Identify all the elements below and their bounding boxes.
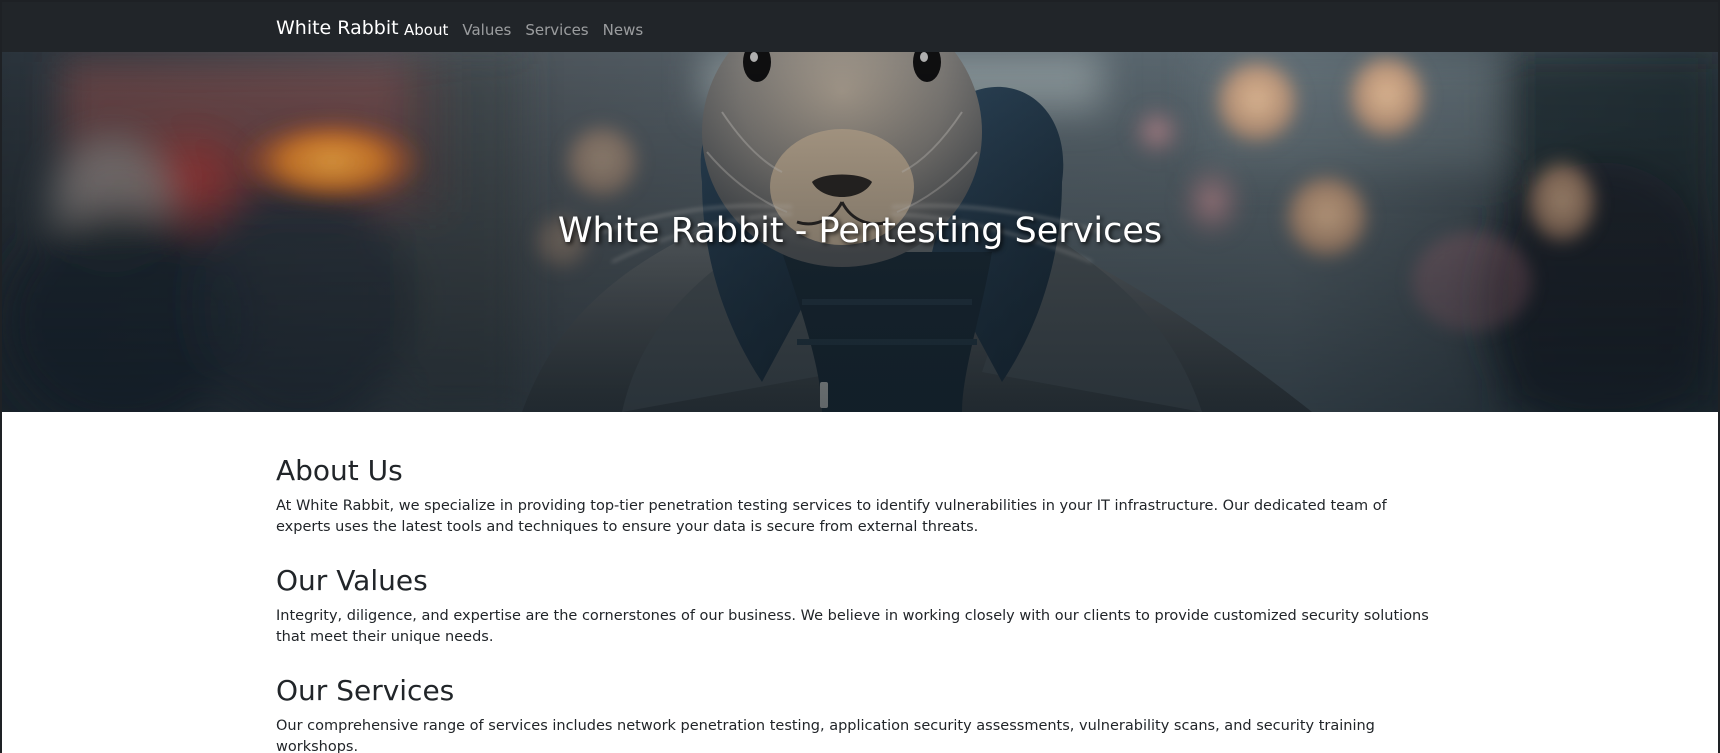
browser-viewport: White Rabbit About Values Services News: [0, 0, 1720, 753]
nav-link-news[interactable]: News: [603, 21, 644, 39]
nav-item-about: About: [404, 20, 462, 39]
nav-link-about[interactable]: About: [404, 21, 448, 39]
hero-banner: White Rabbit - Pentesting Services: [2, 52, 1718, 412]
services-heading: Our Services: [276, 674, 455, 707]
nav-item-values: Values: [462, 20, 525, 39]
nav-links: About Values Services News: [404, 20, 657, 39]
top-navbar: White Rabbit About Values Services News: [2, 2, 1718, 52]
main-content: About Us At White Rabbit, we specialize …: [276, 454, 1436, 753]
services-text: Our comprehensive range of services incl…: [276, 718, 1375, 753]
nav-link-values[interactable]: Values: [462, 21, 511, 39]
values-heading: Our Values: [276, 564, 428, 597]
values-text: Integrity, diligence, and expertise are …: [276, 608, 1429, 645]
hero-title: White Rabbit - Pentesting Services: [557, 211, 1163, 251]
about-section: About Us At White Rabbit, we specialize …: [276, 454, 1436, 538]
about-heading: About Us: [276, 454, 403, 487]
values-section: Our Values Integrity, diligence, and exp…: [276, 564, 1436, 648]
nav-item-services: Services: [525, 20, 602, 39]
services-section: Our Services Our comprehensive range of …: [276, 674, 1436, 753]
brand-link[interactable]: White Rabbit: [276, 17, 399, 39]
nav-item-news: News: [603, 20, 658, 39]
nav-link-services[interactable]: Services: [525, 21, 588, 39]
about-text: At White Rabbit, we specialize in provid…: [276, 498, 1387, 535]
